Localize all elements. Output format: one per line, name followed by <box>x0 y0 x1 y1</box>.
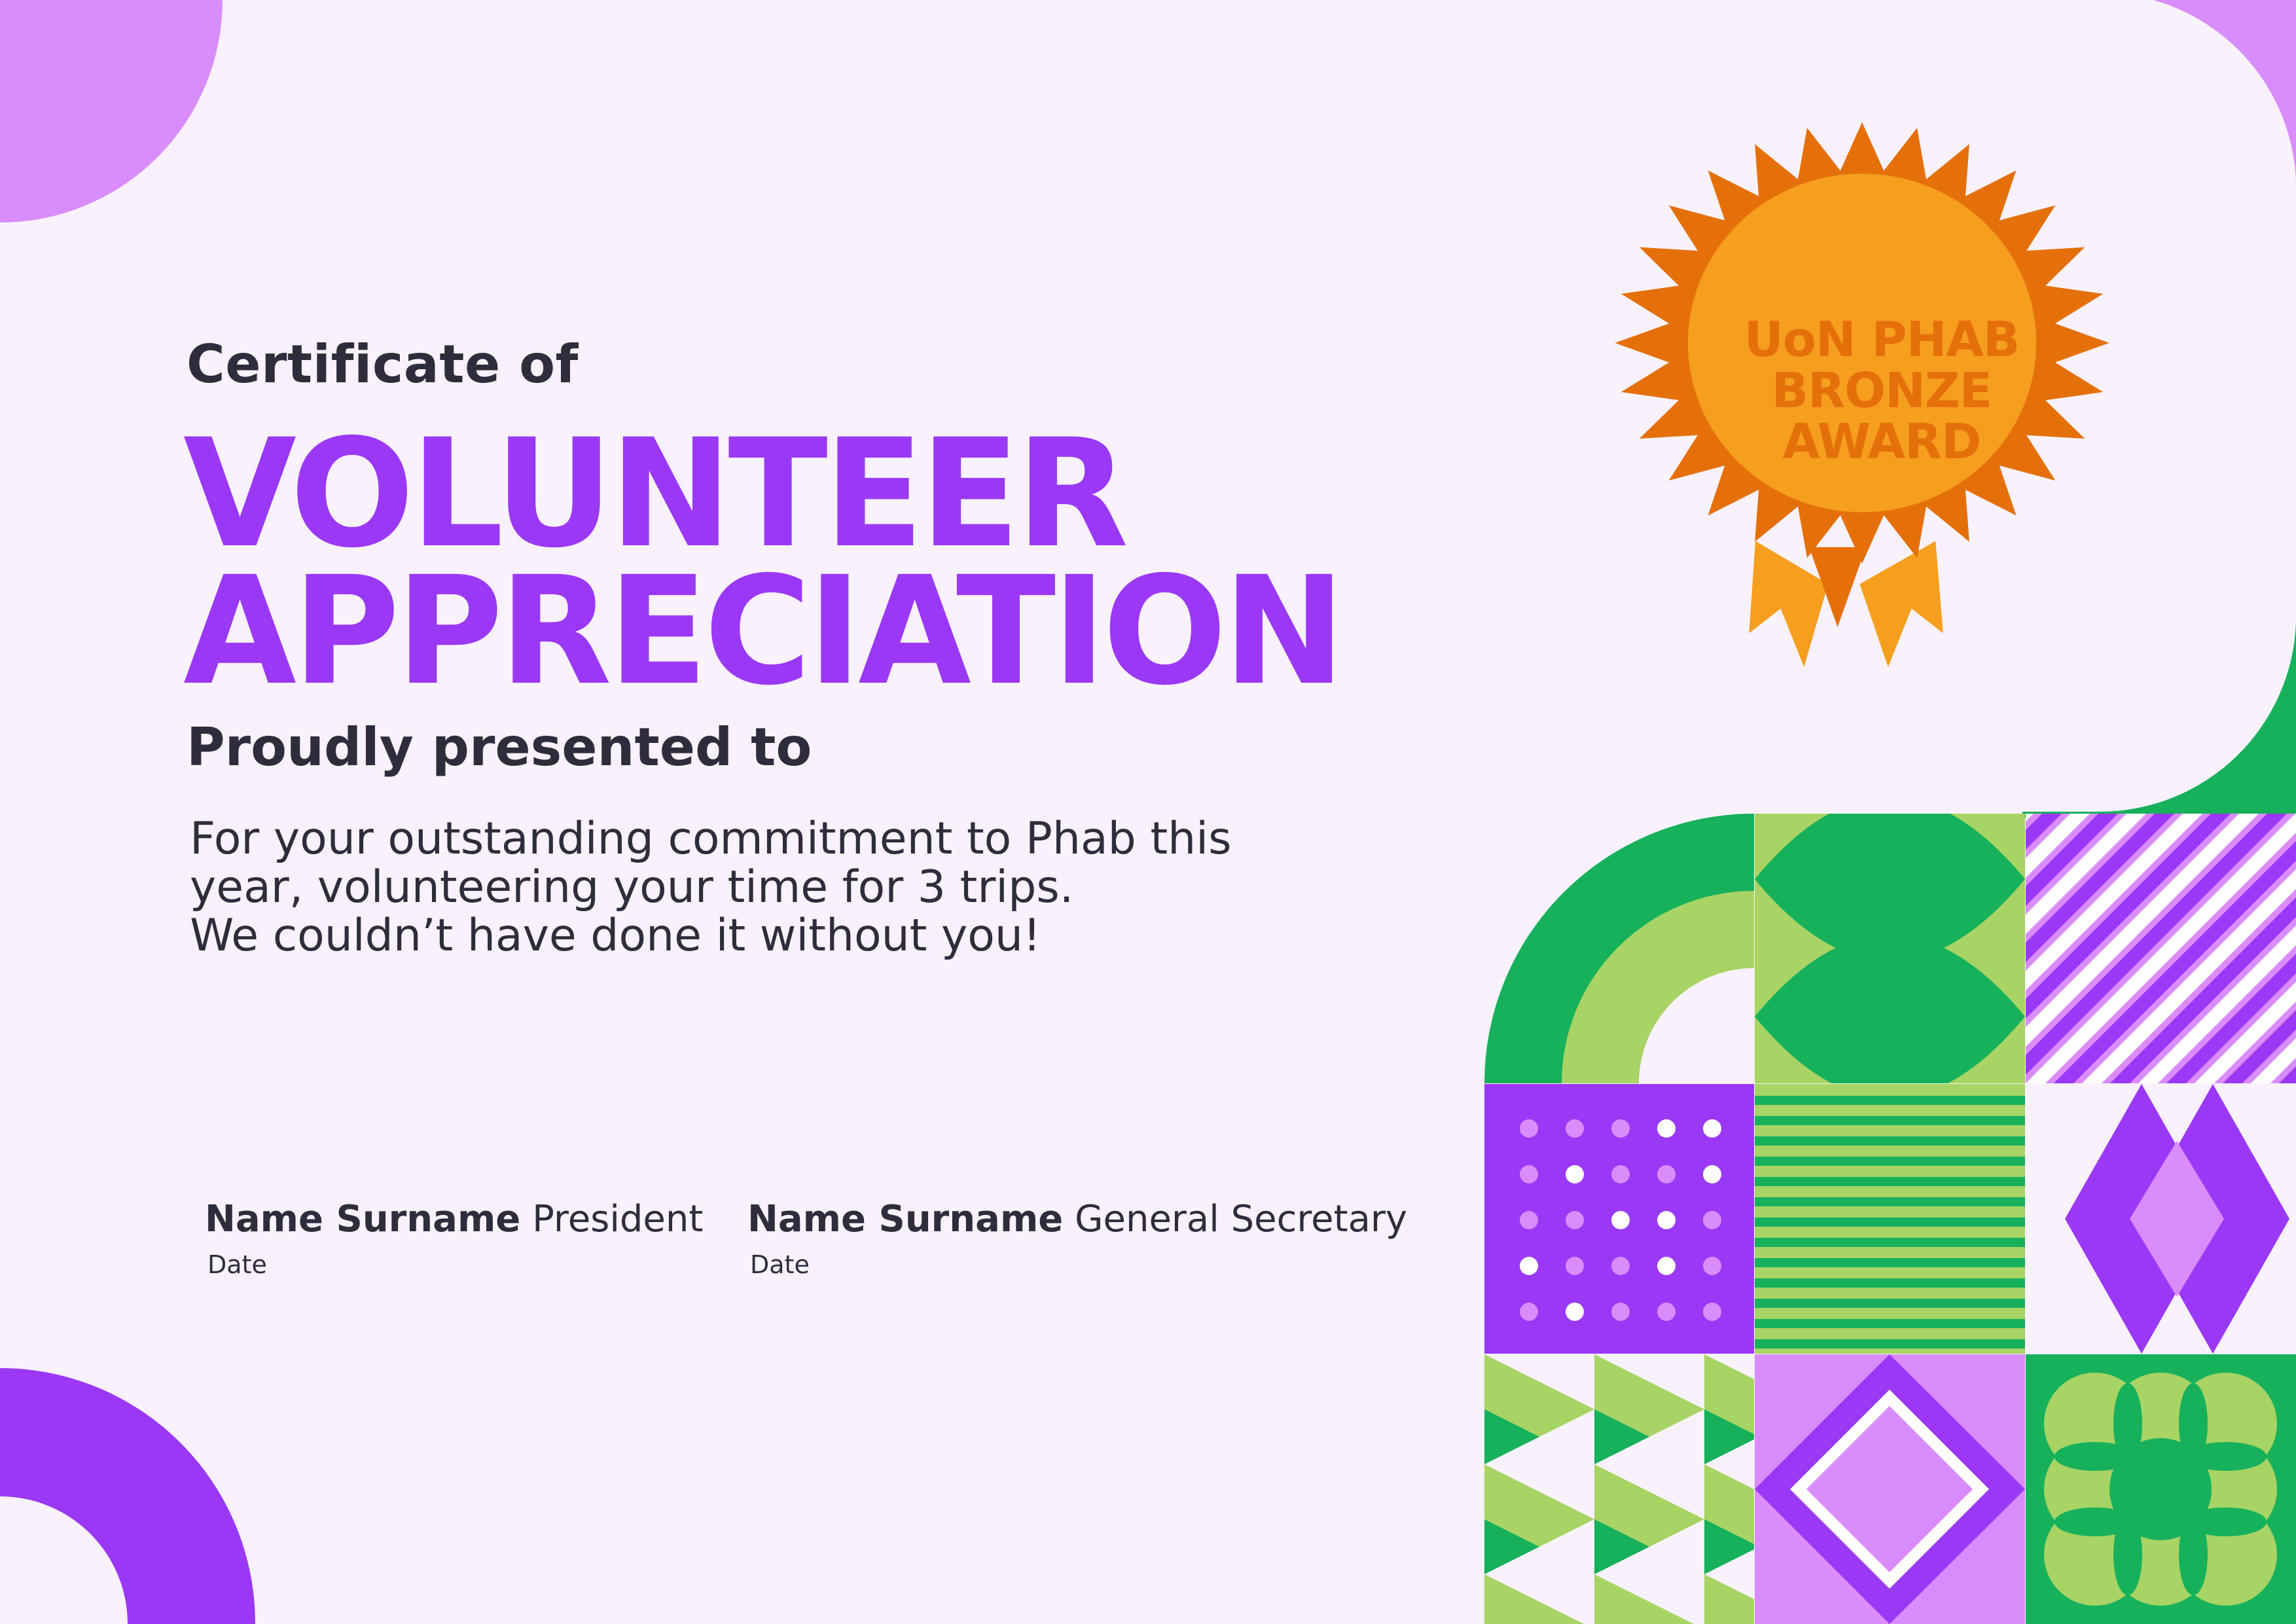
tile-lens <box>1755 814 2025 1083</box>
geometric-pattern <box>1484 814 2296 1624</box>
tile-horizontal-stripes <box>1755 1084 2025 1354</box>
tile-diamonds <box>2026 1084 2296 1354</box>
tile-flower <box>2026 1354 2296 1624</box>
signer-role: General Secretary <box>1075 1198 1408 1240</box>
tile-arch <box>1484 814 1754 1083</box>
message-line-1: For your outstanding commitment to Phab … <box>190 813 1232 865</box>
certificate-message: For your outstanding commitment to Phab … <box>190 815 1232 960</box>
signer-name: Name Surname <box>205 1198 521 1240</box>
signature-date: Date <box>750 1250 810 1279</box>
signature-general-secretary: Name Surname General Secretary <box>747 1198 1407 1240</box>
certificate-heading: Certificate of <box>187 334 579 395</box>
bottom-left-arc <box>0 1368 255 1624</box>
message-line-2: year, volunteering your time for 3 trips… <box>190 861 1074 913</box>
tile-dots <box>1484 1084 1754 1354</box>
top-left-quarter-circle <box>0 0 223 223</box>
badge-label: UoN PHAB BRONZE AWARD <box>1689 314 2075 467</box>
signer-name: Name Surname <box>747 1198 1064 1240</box>
presented-to-label: Proudly presented to <box>187 717 812 778</box>
signer-role: President <box>532 1198 704 1240</box>
signature-date: Date <box>207 1250 267 1279</box>
tile-nested-diamond <box>1755 1354 2025 1624</box>
badge-line-2: BRONZE <box>1771 363 1992 419</box>
badge-line-1: UoN PHAB <box>1744 312 2020 368</box>
ribbon-right <box>1859 541 1943 667</box>
badge-line-3: AWARD <box>1782 414 1982 470</box>
message-line-3: We couldn’t have done it without you! <box>190 910 1041 962</box>
signature-president: Name Surname President <box>205 1198 703 1240</box>
title-line-2: APPRECIATION <box>183 544 1346 718</box>
